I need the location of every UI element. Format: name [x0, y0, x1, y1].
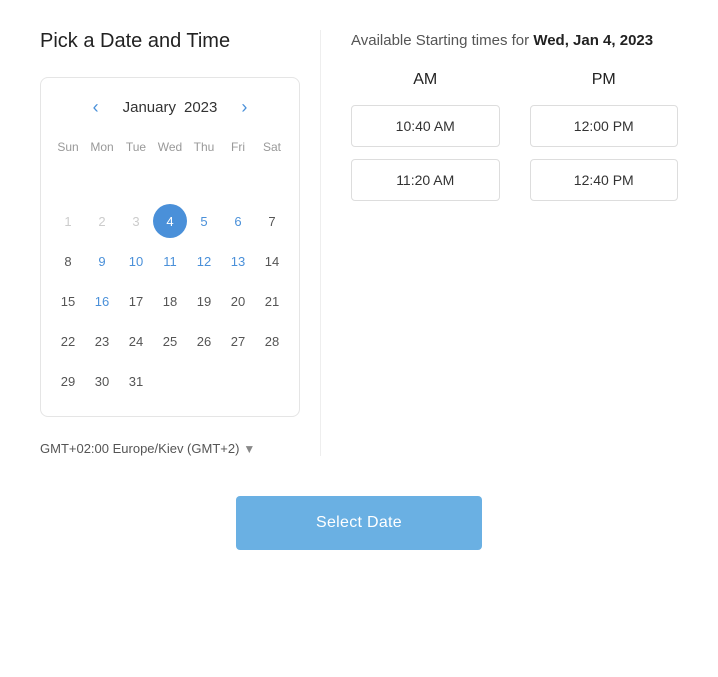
time-slot-pm[interactable]: 12:40 PM: [530, 159, 679, 201]
day-cell[interactable]: 15: [51, 282, 85, 320]
day-header: Thu: [187, 136, 221, 158]
prev-month-button[interactable]: ‹: [85, 94, 107, 120]
day-cell: [153, 362, 187, 400]
day-cell: [187, 162, 221, 200]
page-title: Pick a Date and Time: [40, 30, 300, 53]
am-column: AM 10:40 AM 11:20 AM: [351, 71, 500, 213]
day-cell[interactable]: 21: [255, 282, 289, 320]
day-cell[interactable]: 5: [187, 202, 221, 240]
calendar-month: January: [123, 99, 176, 116]
calendar-grid: SunMonTueWedThuFriSat 123456789101112131…: [51, 136, 289, 400]
footer: Select Date: [40, 496, 678, 570]
day-cell[interactable]: 7: [255, 202, 289, 240]
timezone-chevron-icon: ▼: [243, 442, 255, 456]
day-cell[interactable]: 27: [221, 322, 255, 360]
pm-header: PM: [530, 71, 679, 89]
day-cell[interactable]: 31: [119, 362, 153, 400]
day-cell[interactable]: 17: [119, 282, 153, 320]
day-cell: 3: [119, 202, 153, 240]
day-cell[interactable]: 8: [51, 242, 85, 280]
am-slots: 10:40 AM 11:20 AM: [351, 105, 500, 201]
calendar: ‹ January 2023 › SunMonTueWedThuFriSat 1…: [40, 77, 300, 417]
available-prefix: Available Starting times for: [351, 32, 533, 49]
am-header: AM: [351, 71, 500, 89]
day-cell[interactable]: 9: [85, 242, 119, 280]
day-cell[interactable]: 25: [153, 322, 187, 360]
pm-column: PM 12:00 PM 12:40 PM: [530, 71, 679, 213]
pm-slots: 12:00 PM 12:40 PM: [530, 105, 679, 201]
day-cell: [187, 362, 221, 400]
day-cell: [119, 162, 153, 200]
select-date-button[interactable]: Select Date: [236, 496, 482, 550]
day-cell[interactable]: 4: [153, 204, 187, 238]
day-cell[interactable]: 22: [51, 322, 85, 360]
day-cell: [221, 162, 255, 200]
day-cell[interactable]: 23: [85, 322, 119, 360]
day-cell: [221, 362, 255, 400]
day-header: Wed: [153, 136, 187, 158]
day-cell[interactable]: 12: [187, 242, 221, 280]
day-cell[interactable]: 18: [153, 282, 187, 320]
day-cell: [153, 162, 187, 200]
day-header: Sat: [255, 136, 289, 158]
timezone-label: GMT+02:00 Europe/Kiev (GMT+2): [40, 441, 239, 456]
day-header: Mon: [85, 136, 119, 158]
day-cell: [51, 162, 85, 200]
day-cell: [85, 162, 119, 200]
day-cell[interactable]: 29: [51, 362, 85, 400]
timezone-selector[interactable]: GMT+02:00 Europe/Kiev (GMT+2) ▼: [40, 441, 300, 456]
day-headers: SunMonTueWedThuFriSat: [51, 136, 289, 158]
day-cell[interactable]: 26: [187, 322, 221, 360]
day-cell[interactable]: 16: [85, 282, 119, 320]
days-grid: 1234567891011121314151617181920212223242…: [51, 162, 289, 400]
day-cell[interactable]: 14: [255, 242, 289, 280]
time-slot-pm[interactable]: 12:00 PM: [530, 105, 679, 147]
day-cell[interactable]: 6: [221, 202, 255, 240]
day-cell[interactable]: 10: [119, 242, 153, 280]
day-cell: 2: [85, 202, 119, 240]
day-cell: [255, 362, 289, 400]
time-columns: AM 10:40 AM 11:20 AM PM 12:00 PM 12:40 PM: [351, 71, 678, 213]
day-header: Fri: [221, 136, 255, 158]
available-date: Wed, Jan 4, 2023: [533, 32, 653, 49]
day-cell[interactable]: 30: [85, 362, 119, 400]
day-cell[interactable]: 19: [187, 282, 221, 320]
day-header: Sun: [51, 136, 85, 158]
day-cell[interactable]: 20: [221, 282, 255, 320]
time-slot-am[interactable]: 10:40 AM: [351, 105, 500, 147]
day-cell: [255, 162, 289, 200]
day-cell[interactable]: 13: [221, 242, 255, 280]
calendar-header: ‹ January 2023 ›: [51, 94, 289, 120]
day-cell: 1: [51, 202, 85, 240]
day-cell[interactable]: 11: [153, 242, 187, 280]
available-title: Available Starting times for Wed, Jan 4,…: [351, 30, 678, 51]
day-cell[interactable]: 28: [255, 322, 289, 360]
calendar-year: 2023: [184, 99, 217, 116]
next-month-button[interactable]: ›: [233, 94, 255, 120]
day-header: Tue: [119, 136, 153, 158]
day-cell[interactable]: 24: [119, 322, 153, 360]
time-slot-am[interactable]: 11:20 AM: [351, 159, 500, 201]
